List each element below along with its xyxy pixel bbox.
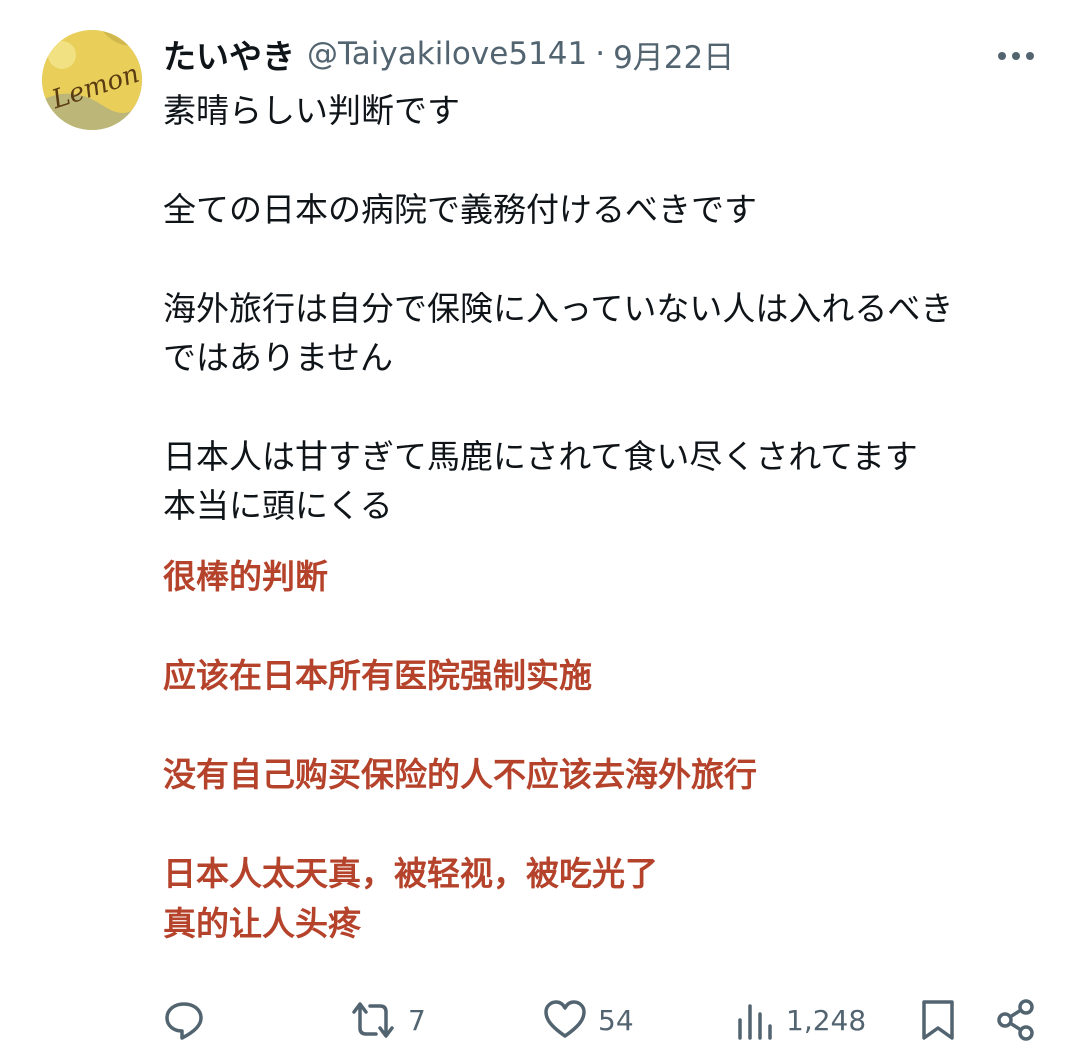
like-count: 54	[598, 1003, 634, 1037]
more-icon	[998, 52, 1034, 60]
retweet-count: 7	[408, 1003, 426, 1037]
share-icon	[997, 999, 1034, 1041]
translation-line: 很棒的判断	[163, 557, 328, 596]
tweet: Lemon たいやき @Taiyakilove5141 · 9月22日 素晴らし…	[0, 0, 1080, 1041]
display-name[interactable]: たいやき	[163, 30, 295, 78]
tweet-actions: 7 54 1,248	[160, 998, 1040, 1048]
tweet-text: 素晴らしい判断です 全ての日本の病院で義務付けるべきです 海外旅行は自分で保険に…	[163, 86, 1053, 530]
like-button[interactable]: 54	[542, 998, 634, 1042]
reply-button[interactable]	[162, 998, 216, 1042]
tweet-line: 素晴らしい判断です	[163, 91, 460, 130]
retweet-button[interactable]: 7	[348, 998, 426, 1042]
retweet-icon	[352, 1002, 394, 1038]
tweet-line: 全ての日本の病院で義務付けるべきです	[163, 190, 757, 229]
bookmark-button[interactable]	[918, 998, 958, 1042]
tweet-line: 本当に頭にくる	[163, 486, 393, 525]
views-count: 1,248	[786, 1003, 867, 1037]
tweet-date[interactable]: 9月22日	[613, 32, 734, 77]
tweet-line: 日本人は甘すぎて馬鹿にされて食い尽くされてます	[163, 437, 918, 476]
bookmark-icon	[922, 1000, 954, 1040]
tweet-line: ではありません	[163, 338, 394, 377]
heart-icon	[544, 1000, 586, 1038]
avatar-image: Lemon	[42, 30, 142, 130]
views-button[interactable]: 1,248	[732, 998, 866, 1042]
translation-line: 真的让人头疼	[163, 904, 361, 943]
translation-line: 日本人太天真，被轻视，被吃光了	[163, 854, 658, 893]
translation-line: 应该在日本所有医院强制实施	[163, 656, 592, 695]
translation-line: 没有自己购买保险的人不应该去海外旅行	[163, 755, 757, 794]
views-icon	[738, 1004, 772, 1040]
avatar[interactable]: Lemon	[42, 30, 142, 130]
share-button[interactable]	[994, 998, 1038, 1042]
reply-icon	[165, 1002, 203, 1040]
tweet-line: 海外旅行は自分で保険に入っていない人は入れるべき	[163, 289, 954, 328]
user-handle[interactable]: @Taiyakilove5141	[307, 36, 587, 72]
translation-text: 很棒的判断 应该在日本所有医院强制实施 没有自己购买保险的人不应该去海外旅行 日…	[163, 552, 1053, 949]
tweet-header: たいやき @Taiyakilove5141 · 9月22日	[163, 30, 734, 78]
more-options-button[interactable]	[992, 36, 1040, 76]
separator-dot: ·	[595, 36, 606, 72]
